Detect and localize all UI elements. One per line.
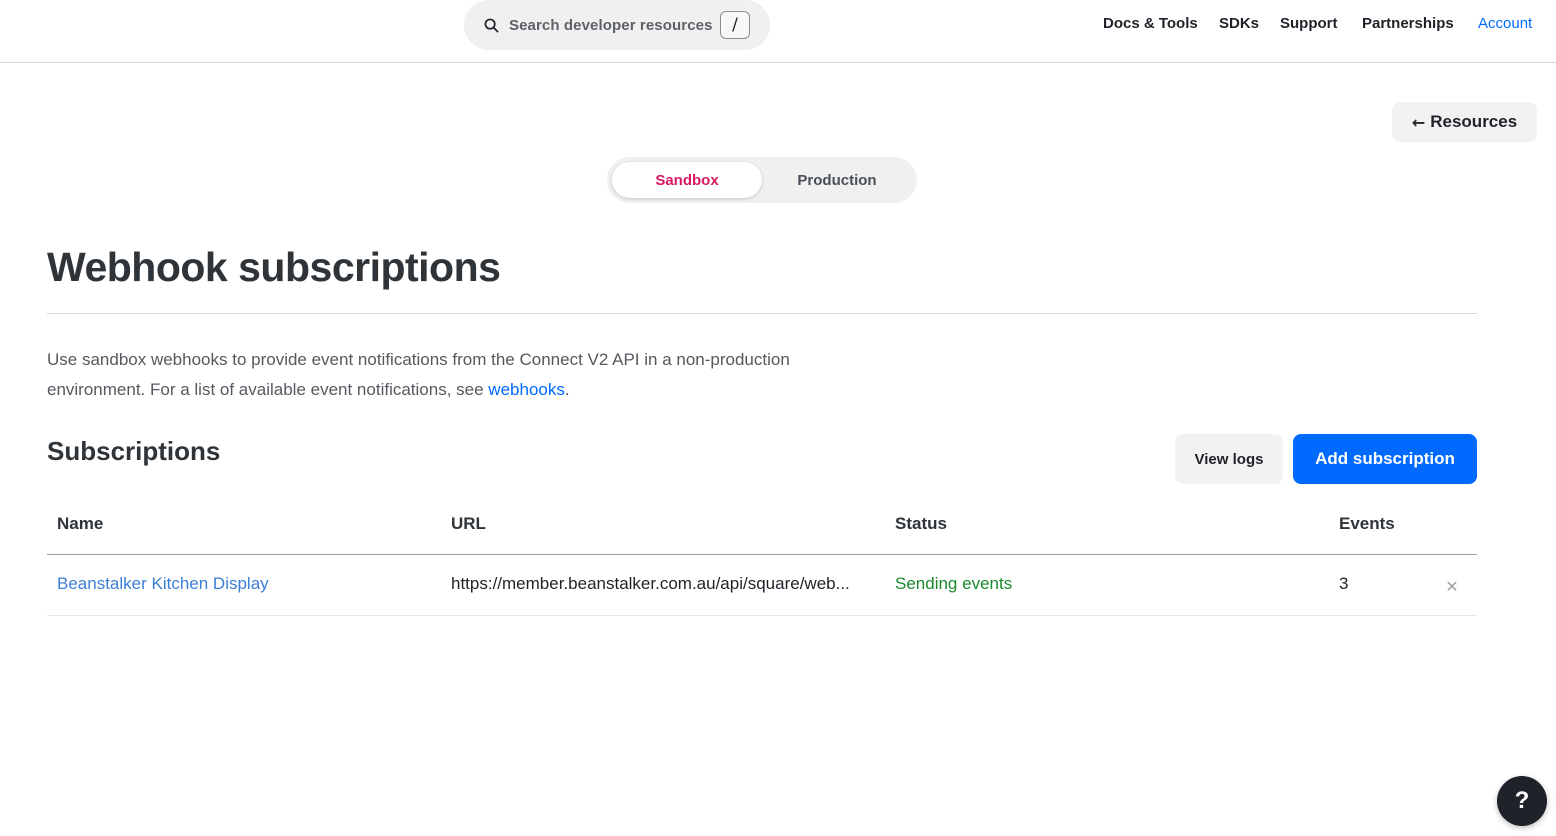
arrow-left-icon: ←: [1411, 112, 1426, 132]
page-description: Use sandbox webhooks to provide event no…: [47, 345, 867, 405]
nav-partnerships[interactable]: Partnerships: [1362, 15, 1454, 32]
table-header-divider: [47, 554, 1477, 555]
column-header-url: URL: [451, 514, 486, 533]
search-shortcut-key: /: [720, 11, 750, 39]
nav-account[interactable]: Account: [1478, 15, 1532, 32]
back-to-resources-button[interactable]: ← Resources: [1392, 102, 1537, 142]
description-text: Use sandbox webhooks to provide event no…: [47, 350, 790, 399]
environment-toggle: Sandbox Production: [607, 157, 917, 203]
subscription-events-count: 3: [1339, 574, 1349, 593]
top-bar: Search developer resources / Docs & Tool…: [0, 0, 1556, 63]
title-divider: [47, 313, 1477, 314]
webhooks-link[interactable]: webhooks: [488, 380, 565, 399]
tab-production[interactable]: Production: [762, 162, 912, 198]
help-icon: ?: [1514, 787, 1530, 814]
close-icon[interactable]: ✕: [1444, 577, 1460, 596]
search-placeholder[interactable]: Search developer resources: [509, 17, 713, 34]
subscriptions-heading: Subscriptions: [47, 436, 221, 466]
view-logs-button[interactable]: View logs: [1175, 434, 1283, 484]
resources-button-label: Resources: [1430, 112, 1518, 131]
column-header-events: Events: [1339, 514, 1395, 533]
tab-sandbox[interactable]: Sandbox: [612, 162, 762, 198]
add-subscription-button[interactable]: Add subscription: [1293, 434, 1477, 484]
search-icon: [484, 18, 499, 33]
nav-sdks[interactable]: SDKs: [1219, 15, 1259, 32]
column-header-name: Name: [57, 514, 104, 533]
description-end: .: [564, 380, 570, 399]
search-box[interactable]: Search developer resources /: [464, 0, 770, 50]
table-row-divider: [47, 615, 1477, 616]
subscription-url: https://member.beanstalker.com.au/api/sq…: [451, 574, 850, 593]
nav-docs-tools[interactable]: Docs & Tools: [1103, 15, 1198, 32]
subscription-name-link[interactable]: Beanstalker Kitchen Display: [57, 574, 269, 594]
help-button[interactable]: ?: [1497, 776, 1547, 826]
subscription-status: Sending events: [895, 574, 1013, 593]
column-header-status: Status: [895, 514, 947, 533]
page-title: Webhook subscriptions: [47, 244, 501, 290]
nav-support[interactable]: Support: [1280, 15, 1338, 32]
